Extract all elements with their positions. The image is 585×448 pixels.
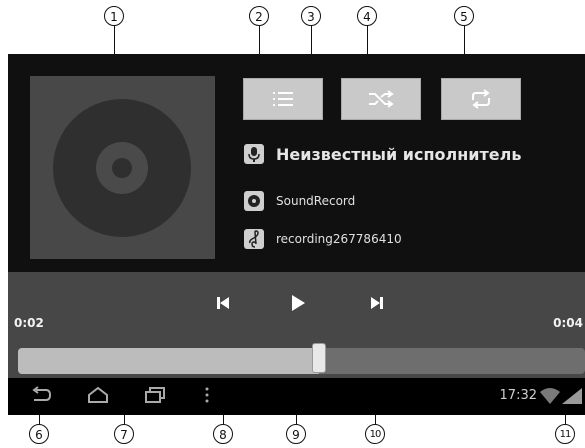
- seek-bar-progress: [18, 348, 319, 374]
- seek-bar[interactable]: [18, 348, 585, 374]
- playback-controls-panel: 0:02 0:04: [8, 272, 585, 378]
- signal-icon: [562, 388, 582, 404]
- playlist-button[interactable]: [243, 78, 323, 120]
- playlist-icon: [273, 92, 293, 106]
- callout-2: 2: [249, 6, 269, 26]
- recent-apps-button[interactable]: [144, 386, 166, 404]
- play-button[interactable]: [283, 288, 313, 318]
- elapsed-time: 0:02: [14, 316, 44, 330]
- callout-9: 9: [286, 424, 306, 444]
- back-button[interactable]: [30, 386, 52, 404]
- callout-3: 3: [301, 6, 321, 26]
- next-track-button[interactable]: [362, 288, 392, 318]
- back-icon: [32, 386, 52, 401]
- track-title: recording267786410: [276, 232, 402, 246]
- menu-button[interactable]: [204, 386, 210, 404]
- repeat-icon: [472, 89, 490, 109]
- callout-4: 4: [357, 6, 377, 26]
- recent-apps-icon: [145, 387, 165, 403]
- home-icon: [88, 386, 108, 403]
- callout-5: 5: [454, 6, 474, 26]
- album-art: [30, 76, 215, 259]
- repeat-button[interactable]: [441, 78, 521, 120]
- play-icon: [292, 295, 305, 311]
- callout-11: 11: [555, 424, 575, 444]
- callout-6: 6: [29, 424, 49, 444]
- menu-dots-icon: [205, 387, 209, 403]
- treble-clef-icon: [244, 229, 264, 249]
- album-row: SoundRecord: [244, 191, 355, 211]
- seek-bar-thumb[interactable]: [312, 343, 326, 373]
- wifi-status: [540, 388, 560, 404]
- disc-icon: [53, 99, 191, 237]
- shuffle-button[interactable]: [341, 78, 421, 120]
- callout-8: 8: [213, 424, 233, 444]
- title-row: recording267786410: [244, 229, 402, 249]
- artist-name: Неизвестный исполнитель: [276, 144, 522, 164]
- total-duration: 0:04: [553, 316, 583, 330]
- album-disc-icon: [244, 191, 264, 211]
- system-navigation-bar: 17:32: [8, 378, 585, 415]
- signal-status: [562, 388, 582, 404]
- home-button[interactable]: [86, 386, 110, 404]
- callout-7: 7: [114, 424, 134, 444]
- music-player-screen: Неизвестный исполнитель SoundRecord reco…: [8, 54, 585, 415]
- status-clock: 17:32: [499, 388, 537, 403]
- microphone-icon: [244, 144, 264, 164]
- album-name: SoundRecord: [276, 194, 356, 208]
- wifi-icon: [540, 388, 560, 404]
- artist-row: Неизвестный исполнитель: [244, 144, 521, 164]
- next-track-icon: [371, 297, 383, 309]
- callout-10: 10: [365, 424, 385, 444]
- previous-track-icon: [217, 297, 229, 309]
- previous-track-button[interactable]: [208, 288, 238, 318]
- shuffle-icon: [369, 90, 394, 108]
- callout-1: 1: [104, 6, 124, 26]
